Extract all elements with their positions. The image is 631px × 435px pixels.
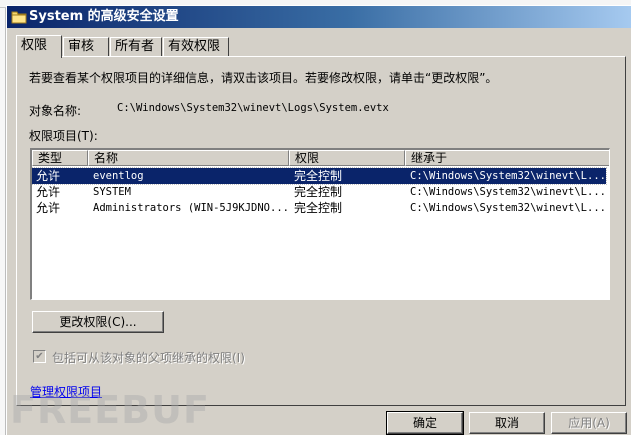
entry-name: SYSTEM [93,186,131,198]
instruction-text: 若要查看某个权限项目的详细信息，请双击该项目。若要修改权限，请单击“更改权限”。 [29,71,498,85]
permission-entries-list[interactable]: 类型 名称 权限 继承于 允许 eventlog 完全控制 C:\Windows… [30,148,610,300]
column-header-permission[interactable]: 权限 [289,150,405,166]
window-title: System 的高级安全设置 [29,9,179,24]
column-header-type[interactable]: 类型 [32,150,88,166]
list-item[interactable]: 允许 SYSTEM 完全控制 C:\Windows\System32\winev… [32,184,606,200]
object-name-label: 对象名称: [29,104,82,118]
folder-icon [11,11,27,24]
object-name-value: C:\Windows\System32\winevt\Logs\System.e… [117,102,389,114]
advanced-security-dialog: System 的高级安全设置 权限 审核 所有者 有效权限 若要查看某个权限项目… [6,5,631,435]
list-item[interactable]: 允许 Administrators (WIN-5J9KJDNO... 完全控制 … [32,200,606,216]
entry-permission: 完全控制 [294,201,343,215]
entry-inherited-from: C:\Windows\System32\winevt\L... [410,202,606,214]
tab-effective-permissions[interactable]: 有效权限 [163,37,229,57]
tab-owner[interactable]: 所有者 [110,37,162,57]
entry-permission: 完全控制 [294,185,343,199]
cancel-button[interactable]: 取消 [469,412,545,434]
ok-button[interactable]: 确定 [386,411,464,435]
entry-inherited-from: C:\Windows\System32\winevt\L... [410,186,606,198]
entry-permission: 完全控制 [294,169,343,183]
entry-name: eventlog [93,170,144,182]
tab-auditing[interactable]: 审核 [63,37,109,57]
entry-type: 允许 [36,169,61,183]
tab-permissions[interactable]: 权限 [16,35,62,58]
column-header-inherited-from[interactable]: 继承于 [405,150,609,166]
entry-type: 允许 [36,185,61,199]
entry-inherited-from: C:\Windows\System32\winevt\L... [410,170,606,182]
column-header-name[interactable]: 名称 [88,150,289,166]
inherit-permissions-checkbox[interactable]: ✔ [33,350,46,363]
list-header: 类型 名称 权限 继承于 [32,150,609,167]
permissions-panel: 若要查看某个权限项目的详细信息，请双击该项目。若要修改权限，请单击“更改权限”。… [16,56,626,406]
list-item[interactable]: 允许 eventlog 完全控制 C:\Windows\System32\win… [32,167,607,185]
title-bar[interactable]: System 的高级安全设置 [7,6,631,28]
manage-permission-entries-link[interactable]: 管理权限项目 [30,383,102,400]
entry-name: Administrators (WIN-5J9KJDNO... [93,202,289,214]
entry-type: 允许 [36,201,61,215]
change-permissions-button[interactable]: 更改权限(C)... [32,311,164,333]
inherit-permissions-label: 包括可从该对象的父项继承的权限(I) [52,351,245,365]
permission-entries-label: 权限项目(T): [29,129,98,143]
apply-button[interactable]: 应用(A) [551,412,627,434]
